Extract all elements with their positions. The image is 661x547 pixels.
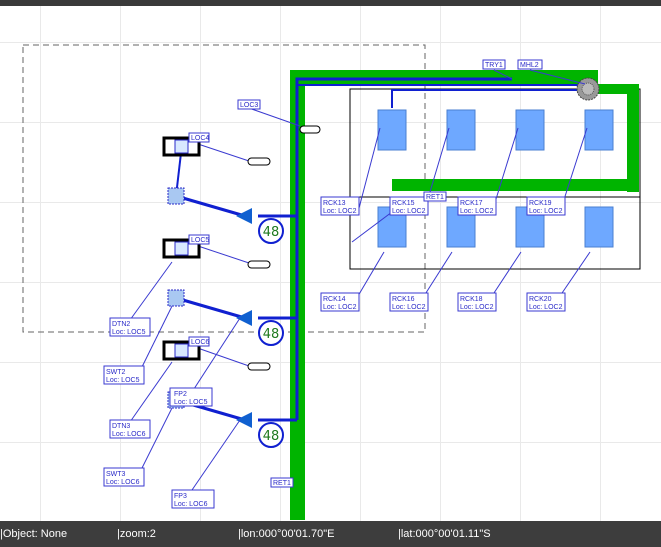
- fiber-count-1: 48: [263, 225, 280, 240]
- rack-loc-rck14: Loc: LOC2: [323, 304, 357, 311]
- device-loc-fp2: Loc: LOC5: [174, 399, 208, 406]
- rack-rck17[interactable]: [515, 109, 545, 151]
- rack-loc-rck13: Loc: LOC2: [323, 208, 357, 215]
- connector-loc6[interactable]: [247, 362, 271, 371]
- fiber-count-2: 48: [263, 327, 280, 342]
- device-label-fp3: FP3: [174, 493, 187, 500]
- selection-rectangle: [22, 44, 426, 333]
- arrow-head-3: [236, 412, 252, 428]
- loc3-label: LOC3: [240, 102, 258, 109]
- device-loc-swt2: Loc: LOC5: [106, 377, 140, 384]
- device-loc-dtn2: Loc: LOC5: [112, 329, 146, 336]
- device-loc-fp3: Loc: LOC6: [174, 501, 208, 508]
- device-label-dtn3: DTN3: [112, 423, 130, 430]
- device-loc-dtn3: Loc: LOC6: [112, 431, 146, 438]
- device-label-fp2: FP2: [174, 391, 187, 398]
- faceplate-icon-1[interactable]: [167, 187, 185, 205]
- device-label-swt2: SWT2: [106, 369, 126, 376]
- ssp-label: RET1: [426, 194, 444, 201]
- connector-loc5[interactable]: [247, 260, 271, 269]
- tray-bottom[interactable]: [392, 179, 639, 191]
- arrow-head-2: [236, 310, 252, 326]
- cable-rack-feed[interactable]: [391, 89, 578, 108]
- rack-rck19[interactable]: [584, 109, 614, 151]
- device-loc-swt3: Loc: LOC6: [106, 479, 140, 486]
- rack-rck20[interactable]: [584, 206, 614, 248]
- rack-label-rck15: RCK15: [392, 200, 415, 207]
- tray-label: TRY1: [485, 62, 503, 69]
- rack-label-rck17: RCK17: [460, 200, 483, 207]
- network-map[interactable]: 48 48 48 TRY1 MHL2 LOC3 LOC4 LOC5 LOC6 R…: [0, 6, 661, 521]
- status-lat: |lat:000°00'01.11"S: [398, 528, 491, 540]
- status-object: |Object: None: [0, 528, 68, 540]
- rack-label-rck18: RCK18: [460, 296, 483, 303]
- cable-to-fp2[interactable]: [175, 296, 246, 320]
- rack-loc-rck18: Loc: LOC2: [460, 304, 494, 311]
- rack-loc-rck20: Loc: LOC2: [529, 304, 563, 311]
- device-label-swt3: SWT3: [106, 471, 126, 478]
- map-canvas[interactable]: 48 48 48 TRY1 MHL2 LOC3 LOC4 LOC5 LOC6 R…: [0, 6, 661, 521]
- device-label-dtn2: DTN2: [112, 321, 130, 328]
- rack-label-rck16: RCK16: [392, 296, 415, 303]
- manhole-label: MHL2: [520, 62, 539, 69]
- manhole-inner: [581, 82, 595, 96]
- tray-right-down[interactable]: [627, 84, 639, 192]
- rack-loc-rck19: Loc: LOC2: [529, 208, 563, 215]
- rack-loc-rck17: Loc: LOC2: [460, 208, 494, 215]
- status-bar: |Object: None |zoom:2 |lon:000°00'01.70"…: [0, 521, 661, 547]
- route-label: RET1: [273, 480, 291, 487]
- loc5-label: LOC5: [191, 237, 209, 244]
- rack-loc-rck15: Loc: LOC2: [392, 208, 426, 215]
- status-lon: |lon:000°00'01.70"E: [238, 528, 335, 540]
- connector-loc4[interactable]: [247, 157, 271, 166]
- rack-label-rck20: RCK20: [529, 296, 552, 303]
- rack-rck15[interactable]: [446, 109, 476, 151]
- status-zoom: |zoom:2: [117, 528, 156, 540]
- label-boxes: [103, 59, 566, 509]
- rack-rck13[interactable]: [377, 109, 407, 151]
- rack-loc-rck16: Loc: LOC2: [392, 304, 426, 311]
- rack-label-rck14: RCK14: [323, 296, 346, 303]
- cable-to-fp1[interactable]: [175, 194, 246, 218]
- faceplate-icon-2[interactable]: [167, 289, 185, 307]
- loc4-label: LOC4: [191, 135, 209, 142]
- arrow-head-1: [236, 208, 252, 224]
- loc6-label: LOC6: [191, 339, 209, 346]
- fiber-count-3: 48: [263, 429, 280, 444]
- rack-label-rck13: RCK13: [323, 200, 346, 207]
- connector-loc3[interactable]: [299, 125, 321, 134]
- rack-label-rck19: RCK19: [529, 200, 552, 207]
